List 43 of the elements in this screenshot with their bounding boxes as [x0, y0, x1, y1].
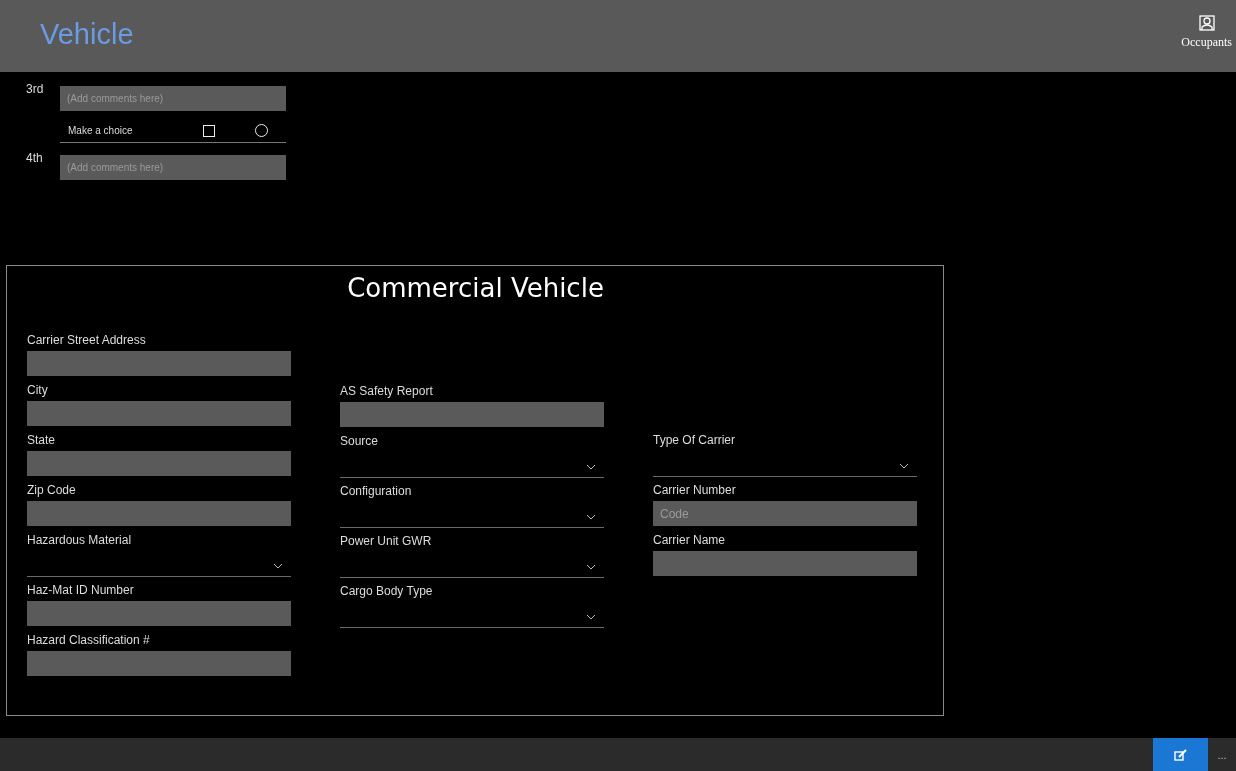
person-frame-icon	[1198, 14, 1215, 31]
choice-label: Make a choice	[67, 125, 134, 136]
field-label: City	[27, 382, 49, 399]
chevron-down-icon	[586, 464, 596, 470]
edit-button[interactable]	[1153, 738, 1208, 771]
comment-field[interactable]: (Add comments here)	[60, 155, 286, 180]
field-label: Power Unit GWR	[340, 533, 433, 550]
field-label: Zip Code	[27, 482, 77, 499]
field-label: Cargo Body Type	[340, 583, 434, 600]
text-field[interactable]	[27, 501, 291, 526]
more-button[interactable]: ...	[1208, 738, 1236, 771]
section-title: Commercial Vehicle	[346, 273, 605, 303]
comment-field[interactable]: (Add comments here)	[60, 86, 286, 111]
field-label: Configuration	[340, 483, 413, 500]
field-label: Source	[340, 433, 380, 450]
text-field[interactable]	[27, 451, 291, 476]
chevron-down-icon	[586, 564, 596, 570]
chevron-down-icon	[273, 563, 283, 569]
text-field[interactable]	[27, 401, 291, 426]
occupants-button[interactable]: Occupants	[1177, 14, 1236, 50]
text-field[interactable]	[653, 551, 917, 576]
chevron-down-icon	[586, 614, 596, 620]
row-label: 3rd	[26, 82, 45, 96]
chevron-down-icon	[899, 463, 909, 469]
field-label: Type Of Carrier	[653, 432, 737, 449]
text-field[interactable]	[340, 402, 604, 427]
field-label: Hazardous Material	[27, 532, 133, 549]
text-field[interactable]	[27, 351, 291, 376]
page-title: Vehicle	[40, 17, 134, 51]
text-field[interactable]	[27, 651, 291, 676]
text-field[interactable]: Code	[653, 501, 917, 526]
field-label: Carrier Name	[653, 532, 726, 549]
field-label: AS Safety Report	[340, 383, 434, 400]
field-label: Haz-Mat ID Number	[27, 582, 135, 599]
field-label: State	[27, 432, 57, 449]
text-field[interactable]	[27, 601, 291, 626]
field-label: Carrier Number	[653, 482, 737, 499]
chevron-down-icon	[586, 514, 596, 520]
field-label: Carrier Street Address	[27, 332, 147, 349]
field-label: Hazard Classification #	[27, 632, 151, 649]
row-label: 4th	[26, 151, 44, 165]
edit-icon	[1173, 748, 1188, 761]
checkbox[interactable]	[203, 124, 215, 137]
